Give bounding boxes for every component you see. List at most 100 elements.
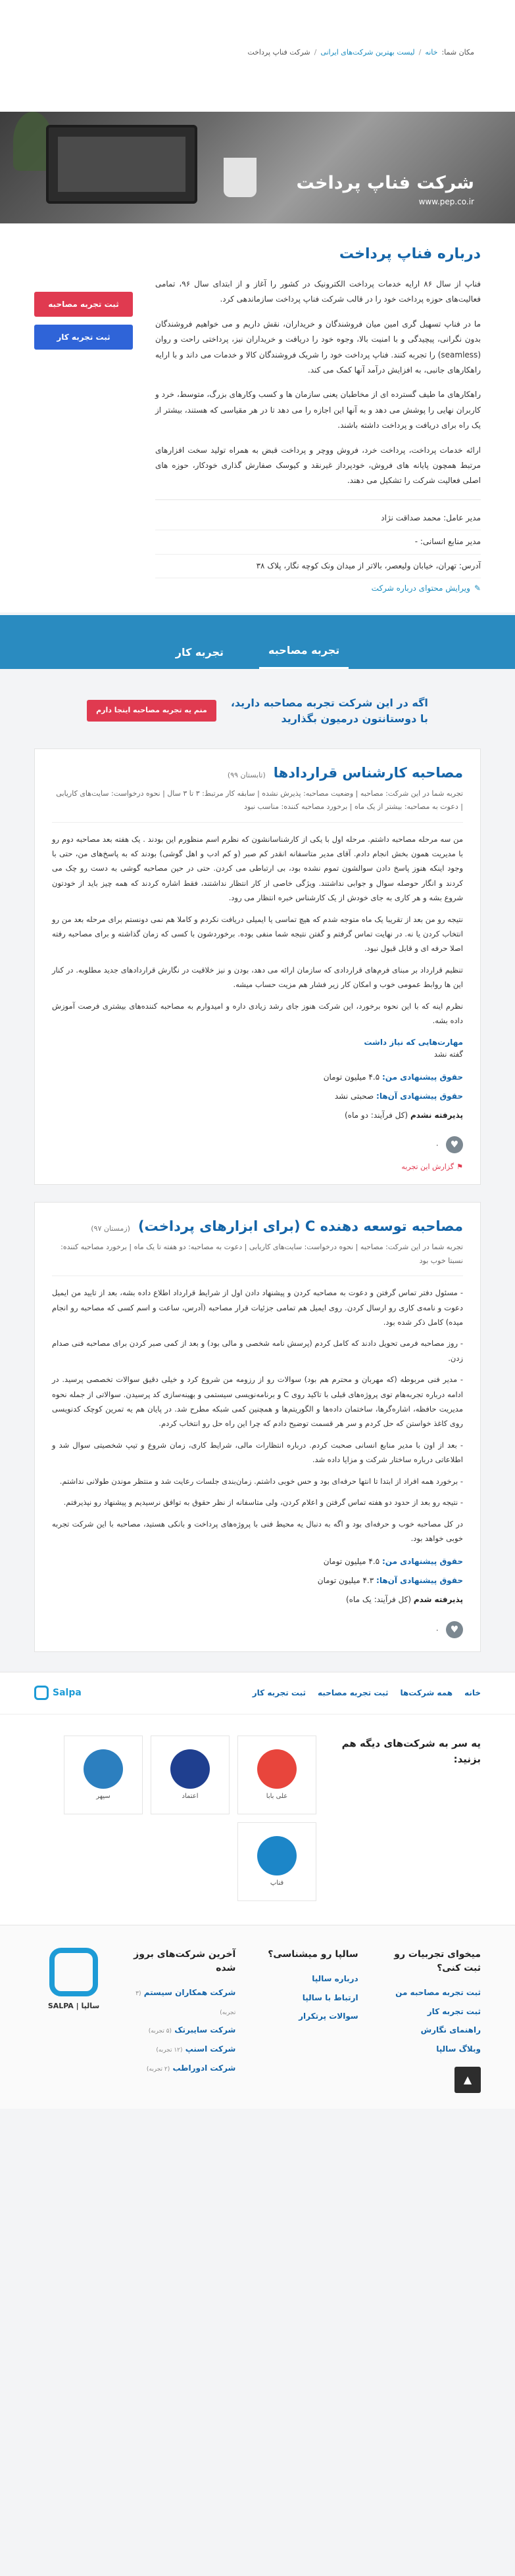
footer-company-link[interactable]: شرکت ادوراطب (۲ تجربه) bbox=[130, 2059, 235, 2078]
footer-link[interactable]: ثبت تجربه مصاحبه من bbox=[376, 1983, 481, 2002]
detail-label: حقوق پیشنهادی آن‌ها: bbox=[376, 1091, 463, 1101]
review-title: مصاحبه کارشناس قراردادها bbox=[273, 764, 463, 781]
breadcrumb-separator: / bbox=[418, 48, 422, 57]
breadcrumb-companies[interactable]: لیست بهترین شرکت‌های ایرانی bbox=[320, 48, 414, 57]
like-button[interactable]: ♥ bbox=[446, 1136, 463, 1154]
about-sidebar: ثبت تجربه مصاحبه ثبت تجربه کار bbox=[34, 246, 133, 593]
review-paragraph: - مدیر فنی مربوطه (که مهربان و محترم هم … bbox=[52, 1375, 463, 1429]
review-paragraph: تنظیم قرارداد بر مبنای فرم‌های قراردادی … bbox=[52, 965, 463, 990]
tab-work[interactable]: تجربه کار bbox=[166, 646, 233, 669]
breadcrumb-current: شرکت فناپ پرداخت bbox=[247, 48, 310, 57]
other-companies-title: یه سر به شرکت‌های دیگه هم بزنید: bbox=[341, 1737, 481, 1765]
breadcrumb-home[interactable]: خانه bbox=[425, 48, 437, 57]
footer-col-title: آخرین شرکت‌های بروز شده bbox=[134, 1948, 236, 1973]
review-paragraph: - نتیجه رو بعد از حدود دو هفته تماس گرفت… bbox=[63, 1498, 463, 1507]
footer-company-link[interactable]: شرکت سایبرتک (۵ تجربه) bbox=[130, 2021, 236, 2040]
share-cta: اگه در این شرکت تجربه مصاحبه دارید، با د… bbox=[0, 669, 515, 748]
nav-all-companies[interactable]: همه شرکت‌ها bbox=[400, 1688, 453, 1697]
nav-add-interview[interactable]: ثبت تجربه مصاحبه bbox=[318, 1688, 388, 1697]
footer-brand: سالپا | SALPA bbox=[34, 1947, 113, 2096]
result-row: پذیرفته نشدم (کل فرآیند: دو ماه) bbox=[52, 1106, 463, 1125]
about-paragraph: ما در فناپ تسهیل گری امین میان فروشندگان… bbox=[155, 319, 481, 375]
company-info: مدیر عامل: محمد صداقت نژاد مدیر منابع ان… bbox=[155, 499, 481, 579]
footer-link[interactable]: راهنمای نگارش bbox=[376, 2021, 481, 2040]
review-date: (تابستان ۹۹) bbox=[227, 770, 266, 779]
salpa-logo[interactable]: Salpa bbox=[34, 1686, 82, 1701]
review-details: حقوق پیشنهادی من: ۴.۵ میلیون تومان حقوق … bbox=[52, 1068, 463, 1124]
add-interview-button[interactable]: ثبت تجربه مصاحبه bbox=[34, 292, 133, 317]
review-meta: تجربه شما در این شرکت: مصاحبه | نحوه درخ… bbox=[52, 1241, 463, 1277]
company-logo-name: اعتماد bbox=[182, 1793, 199, 1801]
review-header: مصاحبه توسعه دهنده C (برای ابزارهای پردا… bbox=[52, 1218, 463, 1234]
footer-link[interactable]: ثبت تجربه کار bbox=[376, 2002, 481, 2021]
add-work-experience-button[interactable]: ثبت تجربه کار bbox=[34, 325, 133, 350]
cta-text-line: اگه در این شرکت تجربه مصاحبه دارید، bbox=[230, 697, 428, 710]
edit-about-link[interactable]: ✎ ویرایش محتوای درباره شرکت bbox=[155, 584, 481, 593]
detail-value: (کل فرآیند: دو ماه) bbox=[344, 1110, 408, 1120]
report-link[interactable]: ⚑ گزارش این تجربه bbox=[52, 1162, 463, 1171]
like-count: ۰ bbox=[435, 1140, 439, 1150]
review-header: مصاحبه کارشناس قراردادها (تابستان ۹۹) bbox=[52, 765, 463, 781]
experience-tabs: تجربه مصاحبه تجربه کار bbox=[0, 615, 515, 670]
footer-company-name: شرکت همکاران سیستم bbox=[143, 1987, 236, 1997]
nav-add-work[interactable]: ثبت تجربه کار bbox=[253, 1688, 306, 1697]
review-body: - مسئول دفتر تماس گرفتن و دعوت به مصاحبه… bbox=[52, 1285, 463, 1609]
footer-company-link[interactable]: شرکت همکاران سیستم (۳ تجربه) bbox=[130, 1983, 235, 2021]
footer-company-name: شرکت ادوراطب bbox=[172, 2063, 236, 2073]
detail-value: ۴.۳ میلیون تومان bbox=[317, 1576, 374, 1586]
detail-value: ۴.۵ میلیون تومان bbox=[323, 1072, 380, 1082]
review-paragraph: من سه مرحله مصاحبه داشتم. مرحله اول با ی… bbox=[52, 834, 463, 903]
flag-icon: ⚑ bbox=[456, 1162, 463, 1172]
heart-icon: ♥ bbox=[450, 1139, 459, 1151]
footer-link[interactable]: ارتباط با سالپا bbox=[253, 1989, 358, 2008]
scroll-to-top-button[interactable]: ▲ bbox=[454, 2066, 481, 2093]
review-date: (زمستان ۹۷) bbox=[91, 1224, 130, 1233]
nav-home[interactable]: خانه bbox=[464, 1688, 481, 1697]
review-paragraph: - برخورد همه افراد از ابتدا تا انتها حرف… bbox=[59, 1476, 463, 1486]
review-meta: تجربه شما در این شرکت: مصاحبه | وضعیت مص… bbox=[52, 787, 463, 823]
footer-link[interactable]: سوالات پرتکرار bbox=[253, 2007, 358, 2026]
other-companies: یه سر به شرکت‌های دیگه هم بزنید: علی باب… bbox=[0, 1713, 515, 1925]
their-salary-row: حقوق پیشنهادی آن‌ها: صحبتی نشد bbox=[52, 1087, 463, 1106]
footer-company-link[interactable]: شرکت اسنپ (۱۲ تجربه) bbox=[130, 2040, 235, 2059]
address-line: آدرس: تهران، خیابان ولیعصر، بالاتر از می… bbox=[155, 555, 481, 579]
footer-brand-name: سالپا | SALPA bbox=[47, 2001, 100, 2010]
company-website[interactable]: www.pep.co.ir bbox=[297, 197, 474, 206]
review-title: مصاحبه توسعه دهنده C (برای ابزارهای پردا… bbox=[137, 1218, 463, 1235]
site-footer: میخوای تجربیات رو ثبت کنی؟ ثبت تجربه مصا… bbox=[0, 1924, 515, 2109]
company-logo-card[interactable]: اعتماد bbox=[151, 1735, 230, 1814]
footer-company-note: (۲ تجربه) bbox=[146, 2066, 170, 2073]
edit-about-label: ویرایش محتوای درباره شرکت bbox=[371, 584, 470, 593]
their-salary-row: حقوق پیشنهادی آن‌ها: ۴.۳ میلیون تومان bbox=[52, 1571, 463, 1590]
company-logo-card[interactable]: سپهر bbox=[64, 1735, 143, 1814]
salpa-logo-text: Salpa bbox=[53, 1688, 82, 1699]
about-paragraph: ارائه خدمات پرداخت، پرداخت خرد، فروش ووچ… bbox=[155, 445, 481, 486]
review-details: حقوق پیشنهادی من: ۴.۵ میلیون تومان حقوق … bbox=[52, 1552, 463, 1609]
bottom-links: خانه همه شرکت‌ها ثبت تجربه مصاحبه ثبت تج… bbox=[253, 1688, 481, 1697]
footer-company-name: شرکت اسنپ bbox=[185, 2044, 236, 2054]
footer-link[interactable]: وبلاگ سالپا bbox=[376, 2040, 481, 2059]
cta-add-interview-button[interactable]: منم یه تجربه مصاحبه اینجا دارم bbox=[87, 700, 216, 722]
company-logos: علی بابا اعتماد سپهر فناپ bbox=[34, 1735, 316, 1901]
footer-link[interactable]: درباره سالپا bbox=[253, 1969, 358, 1989]
skills-label: مهارت‌هایی که نیاز داشت bbox=[364, 1037, 463, 1047]
company-logo-card[interactable]: علی بابا bbox=[237, 1735, 316, 1814]
review-card: مصاحبه کارشناس قراردادها (تابستان ۹۹) تج… bbox=[34, 748, 481, 1185]
footer-company-name: شرکت سایبرتک bbox=[174, 2025, 236, 2035]
review-paragraph: در کل مصاحبه خوب و حرفه‌ای بود و اگه به … bbox=[52, 1519, 463, 1543]
tab-interview[interactable]: تجربه مصاحبه bbox=[259, 644, 349, 670]
footer-col-title: میخوای تجربیات رو ثبت کنی؟ bbox=[394, 1948, 481, 1973]
cta-text-line: با دوستانتون درمیون بگذارید bbox=[281, 712, 428, 725]
hr-manager-line: مدیر منابع انسانی: - bbox=[155, 530, 481, 555]
footer-company-note: (۱۲ تجربه) bbox=[156, 2047, 183, 2054]
my-salary-row: حقوق پیشنهادی من: ۴.۵ میلیون تومان bbox=[52, 1068, 463, 1087]
detail-label: حقوق پیشنهادی آن‌ها: bbox=[376, 1576, 463, 1586]
about-paragraph: فناپ از سال ۸۶ ارایه خدمات پرداخت الکترو… bbox=[155, 279, 481, 304]
ceo-line: مدیر عامل: محمد صداقت نژاد bbox=[155, 507, 481, 531]
detail-label: حقوق پیشنهادی من: bbox=[381, 1557, 463, 1567]
like-button[interactable]: ♥ bbox=[446, 1621, 463, 1638]
company-logo-card[interactable]: فناپ bbox=[237, 1822, 316, 1901]
heart-icon: ♥ bbox=[450, 1624, 459, 1635]
detail-value: (کل فرآیند: یک ماه) bbox=[345, 1595, 412, 1605]
review-paragraph: - بعد از اون با مدیر منابع انسانی صحبت ک… bbox=[52, 1440, 463, 1465]
